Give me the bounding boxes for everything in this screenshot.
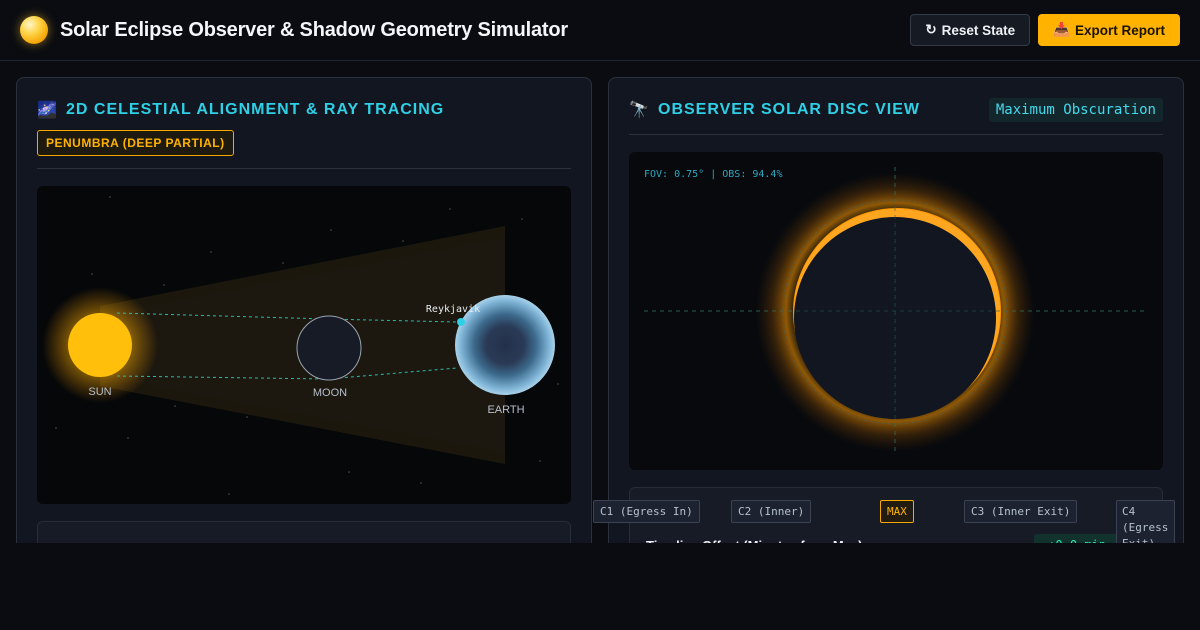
app-title: Solar Eclipse Observer & Shadow Geometry… (60, 18, 568, 41)
galaxy-icon: 🌌 (37, 102, 57, 119)
telescope-icon: 🔭 (629, 102, 649, 119)
phase-tag: Maximum Obscuration (988, 98, 1163, 122)
sun-label: SUN (88, 386, 111, 398)
alignment-panel: 🌌 2D Celestial Alignment & Ray Tracing P… (16, 77, 592, 581)
alignment-panel-header: 🌌 2D Celestial Alignment & Ray Tracing (37, 98, 571, 122)
reset-state-button[interactable]: ↻ Reset State (910, 14, 1031, 46)
header-actions: ↻ Reset State 📥 Export Report (910, 14, 1180, 46)
download-icon: 📥 (1053, 22, 1070, 37)
moon-disc (296, 315, 362, 381)
refresh-icon: ↻ (925, 22, 937, 37)
disc-view-divider (629, 134, 1163, 135)
alignment-divider (37, 168, 571, 169)
observer-marker (457, 318, 465, 326)
reset-state-label: Reset State (941, 22, 1016, 38)
sun-disc (68, 313, 132, 377)
moon-label: MOON (313, 387, 347, 399)
solar-disc-svg: FOV: 0.75° | OBS: 94.4% (644, 167, 1148, 452)
contact-c3[interactable]: C3 (Inner Exit) (964, 500, 1078, 523)
export-report-label: Export Report (1074, 22, 1165, 38)
alignment-panel-title: 2D Celestial Alignment & Ray Tracing (66, 101, 445, 118)
observer-label: Reykjavik (426, 304, 480, 315)
contact-max[interactable]: MAX (880, 500, 914, 523)
sun-icon (20, 16, 48, 44)
earth-label: EARTH (487, 404, 524, 416)
disc-view-panel: 🔭 Observer Solar Disc View Maximum Obscu… (608, 77, 1184, 567)
contact-c2[interactable]: C2 (Inner) (731, 500, 812, 523)
disc-view-title: Observer Solar Disc View (658, 101, 920, 118)
viewport-clip (0, 543, 1200, 630)
disc-hud-readout: FOV: 0.75° | OBS: 94.4% (644, 169, 782, 180)
solar-disc-canvas[interactable]: FOV: 0.75° | OBS: 94.4% (629, 152, 1163, 470)
app-header: Solar Eclipse Observer & Shadow Geometry… (0, 0, 1200, 61)
export-report-button[interactable]: 📥 Export Report (1038, 14, 1180, 46)
contact-c1[interactable]: C1 (Egress In) (593, 500, 700, 523)
shadow-status-badge: PENUMBRA (DEEP PARTIAL) (37, 130, 234, 156)
ray-tracing-svg: SUN MOON EARTH Reykjavik (42, 196, 559, 495)
ray-tracing-canvas[interactable]: SUN MOON EARTH Reykjavik (37, 186, 571, 504)
